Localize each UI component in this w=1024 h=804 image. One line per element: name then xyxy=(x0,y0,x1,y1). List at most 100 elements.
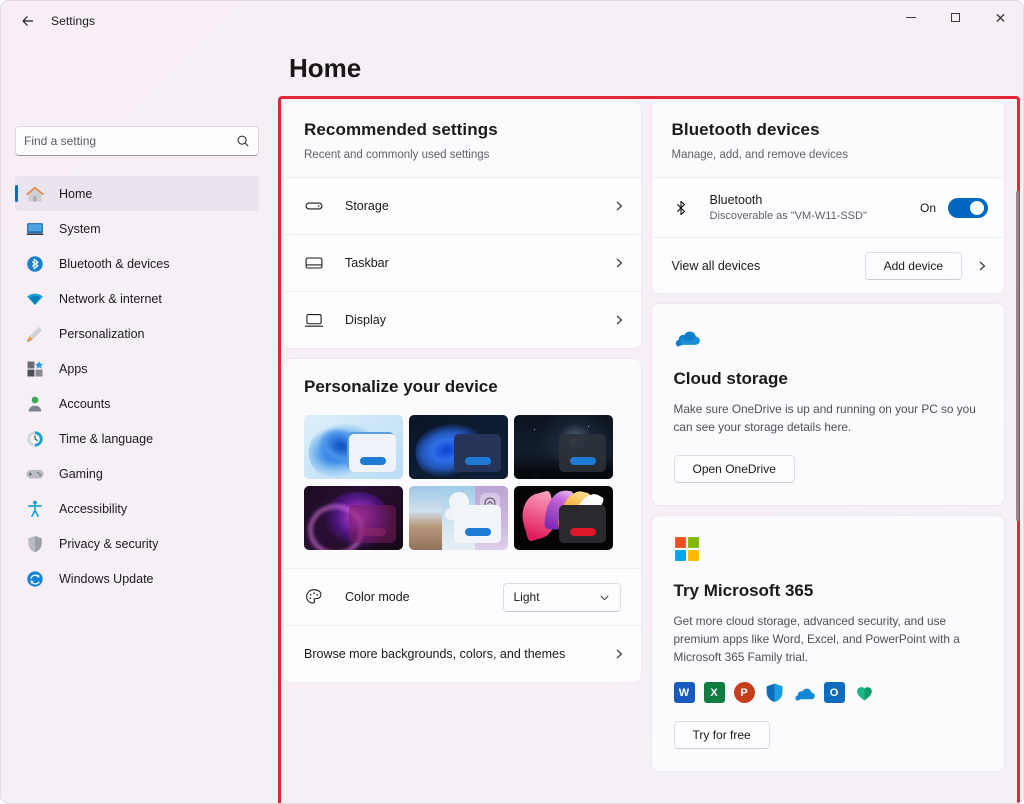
search-icon xyxy=(237,135,249,147)
personalize-header: Personalize your device xyxy=(284,359,641,401)
view-all-devices-row[interactable]: View all devices Add device xyxy=(651,237,1004,293)
excel-icon: X xyxy=(703,682,725,704)
add-device-button[interactable]: Add device xyxy=(864,251,962,280)
sidebar-item-label: Personalization xyxy=(59,326,145,341)
bluetooth-devices-card: Bluetooth devices Manage, add, and remov… xyxy=(650,101,1005,294)
cloud-storage-text: Make sure OneDrive is up and running on … xyxy=(673,402,976,435)
sidebar-item-label: Gaming xyxy=(59,466,103,481)
bluetooth-subtitle: Manage, add, and remove devices xyxy=(671,149,848,161)
bluetooth-title: Bluetooth devices xyxy=(671,120,820,139)
home-icon xyxy=(26,185,44,201)
theme-thumbnail-spring-blossom[interactable] xyxy=(409,486,508,550)
bluetooth-state-label: On xyxy=(919,200,936,215)
recommended-row-label: Taskbar xyxy=(345,256,389,270)
chevron-right-icon xyxy=(616,315,622,325)
color-mode-select[interactable]: Light xyxy=(502,582,621,612)
gamepad-icon xyxy=(26,469,44,478)
sidebar-item-gaming[interactable]: Gaming xyxy=(15,456,259,491)
title-bar: Settings ✕ xyxy=(1,1,1023,41)
try-for-free-button[interactable]: Try for free xyxy=(673,721,770,750)
bluetooth-device-name: Bluetooth xyxy=(709,193,763,207)
clock-icon xyxy=(27,430,43,447)
minimize-icon xyxy=(905,17,916,18)
close-icon: ✕ xyxy=(994,9,1007,26)
bluetooth-toggle[interactable] xyxy=(948,197,988,218)
defender-icon xyxy=(764,682,785,703)
browse-more-themes-label: Browse more backgrounds, colors, and the… xyxy=(304,647,566,661)
sidebar-item-label: Home xyxy=(59,186,93,201)
theme-thumbnail-windows-light-bloom[interactable] xyxy=(304,415,403,479)
sidebar-item-apps[interactable]: Apps xyxy=(15,351,259,386)
onedrive-cloud-icon xyxy=(794,688,815,701)
microsoft-365-content: Try Microsoft 365 Get more cloud storage… xyxy=(652,516,1005,772)
sidebar-item-label: Apps xyxy=(59,361,88,376)
apps-icon xyxy=(27,360,44,376)
theme-thumbnail-flow-flower[interactable] xyxy=(514,486,613,550)
color-mode-value: Light xyxy=(513,590,540,604)
bluetooth-icon xyxy=(27,255,43,272)
left-column: Recommended settings Recent and commonly… xyxy=(283,101,642,803)
microsoft-365-card: Try Microsoft 365 Get more cloud storage… xyxy=(650,514,1005,773)
theme-thumbnail-grid xyxy=(284,401,641,568)
theme-thumbnail-windows-dark-bloom[interactable] xyxy=(409,415,508,479)
defender-shield-icon xyxy=(766,683,782,703)
display-icon xyxy=(304,314,324,327)
sidebar-item-time-language[interactable]: Time & language xyxy=(15,421,259,456)
recommended-row-label: Storage xyxy=(345,199,389,213)
recommended-row-display[interactable]: Display xyxy=(284,291,641,348)
settings-window: Settings ✕ Find a setting Home System Bl… xyxy=(0,0,1024,804)
sidebar-item-label: Windows Update xyxy=(59,571,154,586)
sidebar-item-privacy-security[interactable]: Privacy & security xyxy=(15,526,259,561)
content-scrollbar[interactable] xyxy=(1016,191,1019,521)
open-onedrive-button[interactable]: Open OneDrive xyxy=(673,454,795,483)
arrow-left-icon xyxy=(22,16,33,26)
chevron-down-icon xyxy=(599,595,609,600)
onedrive-icon xyxy=(794,682,815,703)
cloud-storage-card: Cloud storage Make sure OneDrive is up a… xyxy=(650,303,1005,506)
search-box[interactable] xyxy=(15,126,259,156)
account-icon xyxy=(28,396,42,411)
chevron-right-icon xyxy=(616,649,622,659)
content-area: Home Recommended settings Recent and com… xyxy=(273,41,1023,803)
sidebar-item-system[interactable]: System xyxy=(15,211,259,246)
wifi-icon xyxy=(27,293,43,305)
theme-thumbnail-night-sky[interactable] xyxy=(514,415,613,479)
onedrive-cloud-icon xyxy=(675,331,700,347)
taskbar-icon xyxy=(305,257,323,269)
theme-thumbnail-purple-glow[interactable] xyxy=(304,486,403,550)
heart-icon xyxy=(856,687,872,701)
right-column: Bluetooth devices Manage, add, and remov… xyxy=(650,101,1005,803)
system-icon xyxy=(26,222,44,235)
storage-icon xyxy=(305,202,323,210)
search-input[interactable] xyxy=(24,134,236,148)
sidebar-item-accessibility[interactable]: Accessibility xyxy=(15,491,259,526)
recommended-row-storage[interactable]: Storage xyxy=(284,177,641,234)
sidebar-item-windows-update[interactable]: Windows Update xyxy=(15,561,259,596)
sidebar-item-bluetooth-devices[interactable]: Bluetooth & devices xyxy=(15,246,259,281)
sidebar-item-label: Privacy & security xyxy=(59,536,159,551)
color-mode-label: Color mode xyxy=(345,590,410,604)
cloud-storage-content: Cloud storage Make sure OneDrive is up a… xyxy=(652,304,1005,505)
recommended-row-taskbar[interactable]: Taskbar xyxy=(284,234,641,291)
sidebar-item-label: Bluetooth & devices xyxy=(59,256,170,271)
recommended-row-label: Display xyxy=(345,313,386,327)
close-button[interactable]: ✕ xyxy=(978,1,1023,34)
outlook-icon: O xyxy=(823,682,845,704)
personalize-title: Personalize your device xyxy=(304,377,498,396)
word-icon: W xyxy=(673,682,695,704)
sidebar-item-network-internet[interactable]: Network & internet xyxy=(15,281,259,316)
sidebar-item-accounts[interactable]: Accounts xyxy=(15,386,259,421)
maximize-icon xyxy=(951,13,960,22)
shield-icon xyxy=(28,535,42,552)
recommended-subtitle: Recent and commonly used settings xyxy=(304,149,490,161)
maximize-button[interactable] xyxy=(933,1,978,34)
minimize-button[interactable] xyxy=(888,1,933,34)
sidebar-item-personalization[interactable]: Personalization xyxy=(15,316,259,351)
browse-more-themes-row[interactable]: Browse more backgrounds, colors, and the… xyxy=(284,625,641,682)
color-mode-row[interactable]: Color mode Light xyxy=(284,568,641,625)
sidebar-item-label: Accounts xyxy=(59,396,111,411)
window-controls: ✕ xyxy=(888,1,1023,41)
sidebar-item-label: Network & internet xyxy=(59,291,162,306)
back-button[interactable] xyxy=(11,6,45,36)
sidebar-item-home[interactable]: Home xyxy=(15,176,259,211)
